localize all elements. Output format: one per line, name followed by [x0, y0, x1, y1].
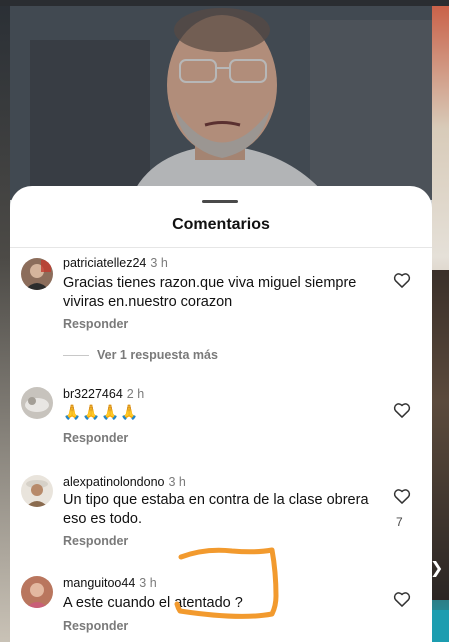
comment-time: 2 h: [126, 387, 145, 401]
top-bar: [0, 0, 449, 6]
next-video-edge-dark: [432, 270, 449, 600]
comment-username[interactable]: manguitoo44: [63, 576, 135, 590]
comment-meta: br3227464 2 h: [63, 387, 144, 401]
comment-meta: patriciatellez24 3 h: [63, 256, 168, 270]
comment-text: A este cuando el atentado ?: [63, 595, 243, 611]
comment-username[interactable]: alexpatinolondono: [63, 475, 164, 489]
view-replies-button[interactable]: Ver 1 respuesta más: [63, 348, 218, 362]
header-divider: [10, 247, 432, 248]
comment-username[interactable]: br3227464: [63, 387, 123, 401]
reply-button[interactable]: Responder: [63, 619, 128, 633]
heart-outline-icon[interactable]: [392, 270, 412, 290]
comments-sheet: Comentarios patriciatellez24 3 h Gracias …: [10, 186, 432, 642]
avatar[interactable]: [21, 258, 53, 290]
comment-time: 3 h: [150, 256, 168, 270]
comment-text-line: viviras en.nuestro corazon: [63, 294, 233, 310]
comment-meta: alexpatinolondono 3 h: [63, 475, 186, 489]
comment-time: 3 h: [139, 576, 157, 590]
reply-button[interactable]: Responder: [63, 317, 128, 331]
comment-meta: manguitoo44 3 h: [63, 576, 157, 590]
avatar[interactable]: [21, 475, 53, 507]
avatar[interactable]: [21, 576, 53, 608]
next-video-edge-teal: [432, 610, 449, 642]
replies-line-divider: [63, 355, 89, 357]
previous-video-edge: [0, 0, 10, 642]
reply-button[interactable]: Responder: [63, 431, 128, 445]
view-replies-label: Ver 1 respuesta más: [97, 348, 218, 362]
sheet-grabber-handle[interactable]: [202, 200, 238, 203]
heart-outline-icon[interactable]: [392, 486, 412, 506]
heart-outline-icon[interactable]: [392, 400, 412, 420]
comment-text: Un tipo que estaba en contra de la clase…: [63, 491, 383, 529]
like-count: 7: [396, 515, 403, 529]
comment-text: Gracias tienes razon.que viva miguel sie…: [63, 274, 383, 312]
reply-button[interactable]: Responder: [63, 534, 128, 548]
heart-outline-icon[interactable]: [392, 589, 412, 609]
comment-text-line: Un tipo que estaba en contra de la clase…: [63, 492, 369, 508]
comment-text: 🙏🙏🙏🙏: [63, 405, 140, 421]
chevron-right-icon[interactable]: ❯: [430, 560, 443, 576]
comment-text-line: eso es todo.: [63, 511, 142, 527]
comment-time: 3 h: [168, 475, 186, 489]
comment-text-line: Gracias tienes razon.que viva miguel sie…: [63, 275, 357, 291]
sheet-title: Comentarios: [172, 216, 270, 233]
video-dim-overlay: [10, 0, 432, 200]
avatar[interactable]: [21, 387, 53, 419]
comment-username[interactable]: patriciatellez24: [63, 256, 146, 270]
